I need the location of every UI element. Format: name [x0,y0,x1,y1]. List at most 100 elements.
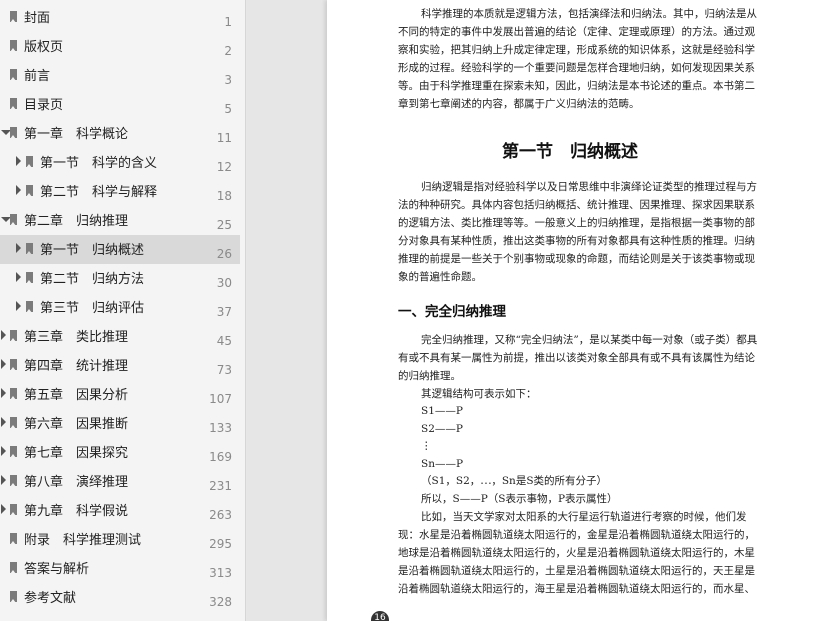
bookmark-icon [10,127,17,139]
bookmark-icon [10,475,17,487]
toc-item-label: 第七章 因果探究 [24,446,129,461]
toc-item[interactable]: 第三节 归纳评估 37 [0,293,240,322]
toc-item[interactable]: 第二章 归纳推理 25 [0,206,240,235]
toc-item-label: 第三节 归纳评估 [40,301,145,316]
text-line: 等。由于科学推理重在探索未知，因此，归纳法是本书论述的重点。本书第二 [398,80,755,92]
expand-right-icon[interactable] [16,156,21,166]
toc-item-page: 11 [216,131,232,145]
text-line: S1——P [421,405,463,417]
toc-item-label: 前言 [24,69,51,84]
document-viewer[interactable]: 科学推理的本质就是逻辑方法，包括演绎法和归纳法。其中，归纳法是从 不同的特定的事件… [247,0,813,621]
toc-item-page: 30 [216,276,232,290]
toc-item[interactable]: 版权页 2 [0,32,240,61]
toc-item[interactable]: 第七章 因果探究 169 [0,438,240,467]
bookmark-icon [10,504,17,516]
toc-item-page: 107 [209,392,232,406]
toc-item[interactable]: 第八章 演绎推理 231 [0,467,240,496]
bookmark-icon [10,69,17,81]
toc-item-page: 26 [216,247,232,261]
toc-item-label: 答案与解析 [24,562,90,577]
toc-item[interactable]: 第二节 归纳方法 30 [0,264,240,293]
toc-item-page: 328 [209,595,232,609]
toc-item[interactable]: 第五章 因果分析 107 [0,380,240,409]
toc-item-page: 1 [224,15,232,29]
bookmark-icon [10,359,17,371]
bookmark-icon [10,11,17,23]
bookmark-icon [10,562,17,574]
toc-item[interactable]: 第二节 科学与解释 18 [0,177,240,206]
toc-item-label: 第二节 归纳方法 [40,272,145,287]
bookmark-icon [10,446,17,458]
expand-right-icon[interactable] [16,185,21,195]
text-line: 是沿着椭圆轨道绕太阳运行的，土星是沿着椭圆轨道绕太阳运行的，天王星是 [398,565,755,577]
toc-item-label: 第八章 演绎推理 [24,475,129,490]
toc-item-label: 第五章 因果分析 [24,388,129,403]
toc-item[interactable]: 参考文献 328 [0,583,240,612]
toc-item-label: 第一节 归纳概述 [40,243,145,258]
toc-item[interactable]: 封面 1 [0,3,240,32]
toc-item-page: 18 [216,189,232,203]
toc-item-page: 2 [224,44,232,58]
expand-right-icon[interactable] [1,330,6,340]
bookmark-icon [26,156,33,168]
text-line: 分对象具有某种性质，推出这类事物的所有对象都具有这种性质的推理。归纳 [398,235,755,247]
toc-item-page: 133 [209,421,232,435]
toc-item-label: 目录页 [24,98,64,113]
expand-right-icon[interactable] [16,272,21,282]
text-line: 所以，S——P（S表示事物，P表示属性） [421,492,618,505]
toc-item-label: 第四章 统计推理 [24,359,129,374]
text-line: 有或不具有某一属性为前提，推出以该类对象全部具有或不具有该属性为结论 [398,352,755,364]
bookmark-icon [26,272,33,284]
toc-item[interactable]: 第九章 科学假说 263 [0,496,240,525]
toc-item[interactable]: 第四章 统计推理 73 [0,351,240,380]
expand-right-icon[interactable] [16,301,21,311]
toc-item[interactable]: 第三章 类比推理 45 [0,322,240,351]
toc-item[interactable]: 第六章 因果推断 133 [0,409,240,438]
toc-item-label: 第三章 类比推理 [24,330,129,345]
toc-item[interactable]: 附录 科学推理测试 295 [0,525,240,554]
text-line: 归纳逻辑是指对经验科学以及日常思维中非演绎论证类型的推理过程与方 [421,181,757,193]
expand-right-icon[interactable] [1,417,6,427]
expand-right-icon[interactable] [1,504,6,514]
toc-item[interactable]: 答案与解析 313 [0,554,240,583]
text-line: 地球是沿着椭圆轨道绕太阳运行的，火星是沿着椭圆轨道绕太阳运行的，木星 [398,547,755,559]
text-line: 沿着椭圆轨道绕太阳运行的，海王星是沿着椭圆轨道绕太阳运行的，而水星、 [398,583,755,595]
toc-item-label: 附录 科学推理测试 [24,533,142,548]
toc-item-label: 参考文献 [24,591,77,606]
toc-item-label: 第二章 归纳推理 [24,214,129,229]
text-line: 比如，当天文学家对太阳系的大行星运行轨道进行考察的时候，他们发 [421,511,747,523]
toc-item-page: 313 [209,566,232,580]
text-line: 推理的前提是一些关于个别事物或现象的命题，而结论则是关于该类事物或现 [398,253,755,265]
bookmark-icon [10,417,17,429]
bookmark-icon [26,185,33,197]
toc-item[interactable]: 第一章 科学概论 11 [0,119,240,148]
expand-right-icon[interactable] [1,359,6,369]
expand-right-icon[interactable] [1,446,6,456]
toc-item[interactable]: 第一节 归纳概述 26 [0,235,240,264]
toc-item-label: 版权页 [24,40,64,55]
toc-item[interactable]: 前言 3 [0,61,240,90]
expand-right-icon[interactable] [1,475,6,485]
bookmark-icon [10,388,17,400]
toc-item[interactable]: 目录页 5 [0,90,240,119]
bookmark-icon [26,301,33,313]
toc-item[interactable]: 第一节 科学的含义 12 [0,148,240,177]
text-line: 法的种种研究。具体内容包括归纳概括、统计推理、因果推理、探求因果联系 [398,199,755,211]
toc-item-label: 第一章 科学概论 [24,127,129,142]
text-line: （S1，S2，⋯，Sn是S类的所有分子） [421,475,608,487]
toc-item-page: 169 [209,450,232,464]
bookmark-icon [10,40,17,52]
text-line: 现：水星是沿着椭圆轨道绕太阳运行的，金星是沿着椭圆轨道绕太阳运行的， [398,529,755,541]
text-line: 章到第七章阐述的内容，都属于广义归纳法的范畴。 [398,98,640,110]
expand-right-icon[interactable] [16,243,21,253]
expand-right-icon[interactable] [1,388,6,398]
text-line: 察和实验，把其归纳上升成定律定理，形成系统的知识体系，这就是经验科学 [398,44,755,56]
bookmark-icon [26,243,33,255]
subsection-title: 一、完全归纳推理 [398,304,506,320]
text-line: 象的普遍性命题。 [398,271,482,283]
toc-item-page: 25 [216,218,232,232]
toc-item-label: 第一节 科学的含义 [40,156,158,171]
bookmark-sidebar: 封面 1 版权页 2 前言 3 目录页 5 第一章 科学概论 11 第一节 科学的含义 12 第二节 科… [0,0,246,621]
text-line: S2——P [421,422,463,435]
bookmark-icon [10,98,17,110]
